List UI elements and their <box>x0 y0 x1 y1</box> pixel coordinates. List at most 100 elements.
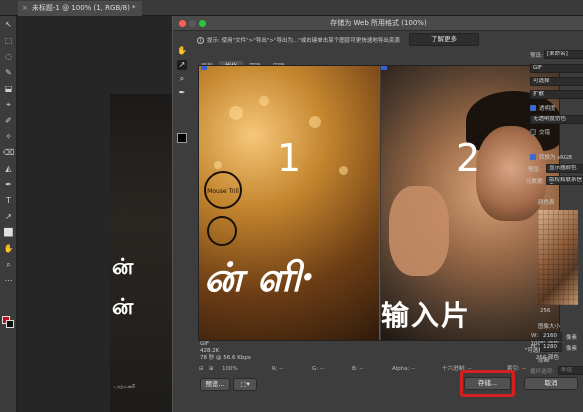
hand-icon[interactable]: ✋ <box>177 46 187 56</box>
dither-select[interactable]: 扩散 <box>530 90 583 99</box>
zoom-window-icon[interactable] <box>199 20 206 27</box>
browser-select[interactable]: ⬚▾ <box>233 378 257 391</box>
hand-tool-icon[interactable]: ✋ <box>3 244 14 253</box>
loop-label: 循环选项: <box>530 369 554 375</box>
tools-panel: ↖ ⬚ ◌ ✎ ⬓ ⌖ ✐ ✧ ⌫ ◭ ✒ T ↗ ⬜ ✋ ⌕ ⋯ <box>0 16 17 412</box>
preview-color-select[interactable]: 显示器颜色 <box>546 164 583 173</box>
color-table-label: 颜色表 <box>538 200 555 206</box>
eraser-tool-icon[interactable]: ⌫ <box>3 148 14 157</box>
image-size-label: 图像大小 <box>538 324 561 330</box>
animation-label: 动画 <box>538 358 550 364</box>
canvas-title-text: ன் <box>112 294 134 320</box>
portrait-hand <box>389 186 449 276</box>
height-unit: 像素 <box>566 346 578 352</box>
preview-number-1: 1 <box>277 136 302 180</box>
marquee-tool-icon[interactable]: ⬚ <box>3 36 14 45</box>
info-format: GIF <box>200 341 210 347</box>
more-tools-icon[interactable]: ⋯ <box>3 276 14 285</box>
info-download-time: 78 秒 @ 56.6 Kbps <box>200 355 251 361</box>
gradient-tool-icon[interactable]: ◭ <box>3 164 14 173</box>
hint-bar: i 提示: 使用"文件">"导出">"导出为..."或右键单击某个图层可更快速地导… <box>197 35 427 47</box>
zoom-level-select[interactable]: 100% <box>222 364 238 374</box>
format-select[interactable]: GIF <box>530 64 583 73</box>
blue-readout: B: -- <box>352 366 364 372</box>
preview-number-2: 2 <box>456 136 481 180</box>
slice-select-icon[interactable]: ↗ <box>177 60 187 70</box>
optimization-settings-panel: 预设: [未命名] GIF 可选择 扩散 透明度 无透明度仿色 交错 转换为 s… <box>526 50 583 375</box>
transparency-checkbox[interactable] <box>530 105 536 111</box>
save-button[interactable]: 存储... <box>464 377 511 390</box>
transparency-label: 透明度 <box>539 106 556 112</box>
type-tool-icon[interactable]: T <box>3 196 14 205</box>
height-input[interactable]: 1280 <box>540 343 562 352</box>
quick-select-tool-icon[interactable]: ✎ <box>3 68 14 77</box>
metadata-select[interactable]: 版权和联系信息 <box>546 176 583 185</box>
dialog-tools: ✋ ↗ ⌕ ✒ <box>173 46 191 146</box>
canvas-area: ன் ன் பரத்மணி <box>17 16 189 412</box>
convert-srgb-label: 转换为 sRGB <box>539 155 572 161</box>
red-readout: R: -- <box>272 366 284 372</box>
image-preview[interactable]: Mouse Trill 1 ன் ளி· 2 《输入片 <box>198 65 560 341</box>
zoom-out-icon[interactable]: ⊟ <box>199 364 204 374</box>
info-size: 428.2K <box>200 348 220 354</box>
background-color-swatch[interactable] <box>6 320 14 328</box>
shape-tool-icon[interactable]: ⬜ <box>3 228 14 237</box>
learn-more-button[interactable]: 了解更多 <box>409 33 479 46</box>
close-tab-icon[interactable]: × <box>22 4 28 12</box>
preview-button[interactable]: 预览... <box>200 378 230 391</box>
alpha-readout: Alpha: -- <box>392 366 416 372</box>
width-input[interactable]: 2160 <box>540 332 562 341</box>
green-readout: G: -- <box>312 366 324 372</box>
interlaced-label: 交错 <box>539 130 551 136</box>
preview-title-text: 《输入片 <box>381 299 472 332</box>
cancel-button[interactable]: 取消 <box>524 377 578 390</box>
pen-tool-icon[interactable]: ✒ <box>3 180 14 189</box>
minimize-window-icon[interactable] <box>189 20 196 27</box>
view-tabs: 原稿优化双联四联 <box>195 53 291 72</box>
width-unit: 像素 <box>566 335 578 341</box>
optimized-info: GIF 428.2K 78 秒 @ 56.6 Kbps <box>200 341 251 362</box>
save-for-web-dialog: 存储为 Web 所用格式 (100%) i 提示: 使用"文件">"导出">"导出… <box>172 16 583 412</box>
preset-label: 预设: <box>530 53 543 59</box>
height-label: H: <box>531 344 537 350</box>
crop-tool-icon[interactable]: ⬓ <box>3 84 14 93</box>
preview-title-text: ன் ளி· <box>204 254 315 301</box>
healing-tool-icon[interactable]: ✐ <box>3 116 14 125</box>
slice-marker <box>381 66 387 70</box>
interlaced-checkbox[interactable] <box>530 129 536 135</box>
eyedropper-color-swatch[interactable] <box>177 133 187 143</box>
stamp-graphic <box>207 216 237 246</box>
eyedropper-icon[interactable]: ✒ <box>177 88 187 98</box>
slice-marker <box>201 66 207 70</box>
close-window-icon[interactable] <box>179 20 186 27</box>
eyedropper-tool-icon[interactable]: ⌖ <box>3 100 14 109</box>
color-count: 256 <box>540 308 551 314</box>
dialog-title-bar: 存储为 Web 所用格式 (100%) <box>173 16 583 31</box>
color-table-grid[interactable] <box>538 210 578 305</box>
brush-tool-icon[interactable]: ✧ <box>3 132 14 141</box>
document-tab[interactable]: × 未标题-1 @ 100% (1, RGB/8) * <box>18 1 142 16</box>
move-tool-icon[interactable]: ↖ <box>3 20 14 29</box>
info-icon: i <box>197 37 204 44</box>
width-label: W: <box>531 333 538 339</box>
zoom-icon[interactable]: ⌕ <box>177 74 187 84</box>
loop-select[interactable]: 永远 <box>558 366 583 375</box>
zoom-in-icon[interactable]: ⊞ <box>209 364 214 374</box>
reduction-select[interactable]: 可选择 <box>530 77 583 86</box>
lasso-tool-icon[interactable]: ◌ <box>3 52 14 61</box>
zoom-tool-icon[interactable]: ⌕ <box>3 260 14 269</box>
hint-text: 提示: 使用"文件">"导出">"导出为..."或右键单击某个图层可更快速地导出… <box>207 38 400 44</box>
document-tab-title: 未标题-1 @ 100% (1, RGB/8) * <box>31 4 136 12</box>
document-tab-bar: × 未标题-1 @ 100% (1, RGB/8) * <box>0 0 583 16</box>
stamp-graphic: Mouse Trill <box>204 171 242 209</box>
canvas-credit-text: பரத்மணி <box>114 384 136 390</box>
preview-label: 预览: <box>528 167 541 173</box>
preview-pane-1[interactable]: Mouse Trill 1 ன் ளி· <box>199 66 380 340</box>
metadata-label: 元数据: <box>526 179 545 185</box>
path-select-tool-icon[interactable]: ↗ <box>3 212 14 221</box>
preset-select[interactable]: [未命名] <box>544 50 583 59</box>
convert-srgb-checkbox[interactable] <box>530 154 536 160</box>
canvas-title-text: ன் <box>112 254 134 280</box>
matte-select[interactable]: 无透明度仿色 <box>530 115 583 124</box>
dialog-title: 存储为 Web 所用格式 (100%) <box>330 19 427 27</box>
